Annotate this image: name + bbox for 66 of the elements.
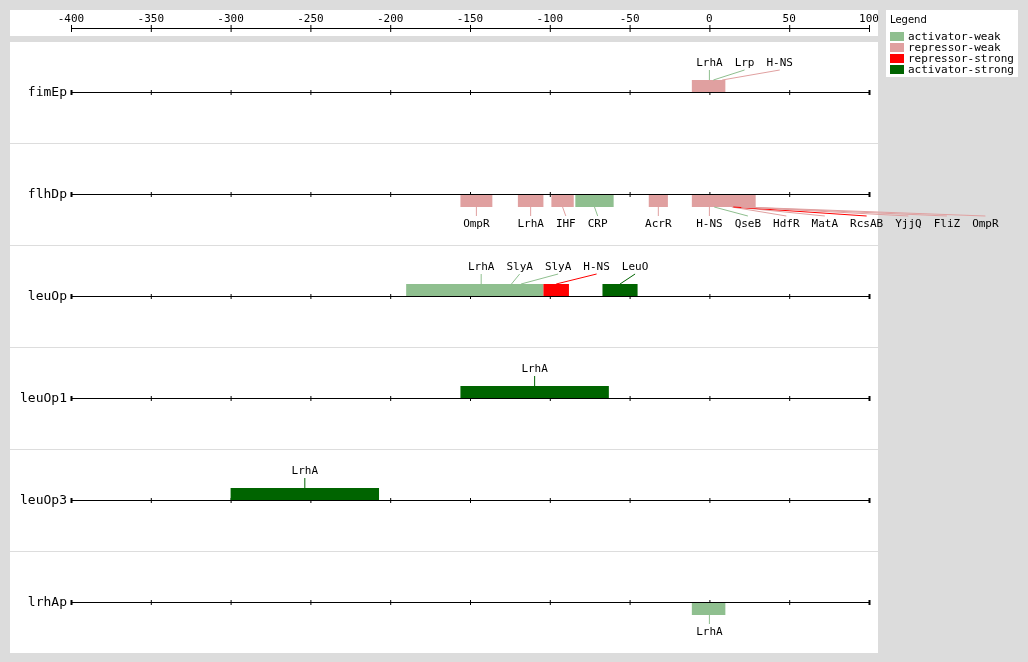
site-label: H-NS (583, 260, 610, 273)
leader-line (555, 273, 598, 285)
tick-label: -50 (619, 12, 640, 25)
site-bar (648, 195, 668, 207)
leader-line (534, 375, 536, 387)
tick-label: -350 (137, 12, 165, 25)
leader-line (657, 206, 659, 217)
site-bar (460, 195, 493, 207)
site-label: LrhA (696, 56, 723, 69)
leader-line (304, 477, 306, 489)
tick-label: -100 (536, 12, 564, 25)
legend-label: repressor-strong (908, 52, 1014, 65)
site-label: CRP (587, 217, 608, 230)
site-label: LrhA (291, 464, 319, 477)
site-label: OmpR (463, 217, 490, 230)
site-label: H-NS (696, 217, 723, 230)
site-label: SlyA (506, 260, 533, 273)
site-label: Lrp (734, 56, 755, 69)
leader-line (619, 273, 636, 285)
site-bar (691, 603, 726, 615)
tick-label: 50 (782, 12, 796, 25)
site-bar (691, 195, 756, 207)
tick-label: 100 (859, 12, 879, 25)
site-label: LrhA (467, 260, 495, 273)
site-bar (691, 80, 726, 92)
site-label: LeuO (621, 260, 649, 273)
track-name: lrhAp (27, 594, 67, 609)
track-name: fimEp (27, 84, 67, 99)
site-label: YjjQ (895, 217, 922, 230)
site-label: MatA (811, 217, 839, 230)
leader-line (708, 206, 710, 217)
site-label: SlyA (544, 260, 572, 273)
leader-line (708, 69, 710, 81)
leader-line (480, 273, 482, 285)
track-name: leuOp3 (20, 492, 67, 507)
leader-line (594, 206, 599, 217)
legend-label: activator-strong (908, 63, 1014, 76)
leader-line (475, 206, 477, 217)
site-label: LrhA (696, 625, 723, 638)
leader-line (708, 614, 710, 625)
site-label: FliZ (933, 217, 961, 230)
site-label: OmpR (972, 217, 999, 230)
site-label: AcrR (645, 217, 672, 230)
tick-label: -150 (456, 12, 484, 25)
site-label: H-NS (766, 56, 793, 69)
site-label: HdfR (773, 217, 800, 230)
leader-line (530, 206, 532, 217)
tick-label: -400 (57, 12, 85, 25)
site-label: IHF (555, 217, 576, 230)
tick-label: -200 (376, 12, 404, 25)
track-name: leuOp (27, 288, 67, 303)
legend-title: Legend (890, 14, 928, 25)
legend-label: repressor-weak (908, 41, 1001, 54)
site-label: RcsAB (850, 217, 884, 230)
legend-label: activator-weak (908, 30, 1001, 43)
site-label: LrhA (517, 217, 544, 230)
tick-label: -300 (217, 12, 244, 25)
site-bar (602, 284, 638, 296)
site-bar (517, 195, 544, 207)
site-label: LrhA (521, 362, 548, 375)
track-name: flhDp (27, 186, 67, 201)
tick-label: 0 (706, 12, 713, 25)
site-label: QseB (734, 217, 762, 230)
leader-line (562, 206, 567, 217)
tick-label: -250 (297, 12, 324, 25)
track-name: leuOp1 (20, 390, 67, 405)
